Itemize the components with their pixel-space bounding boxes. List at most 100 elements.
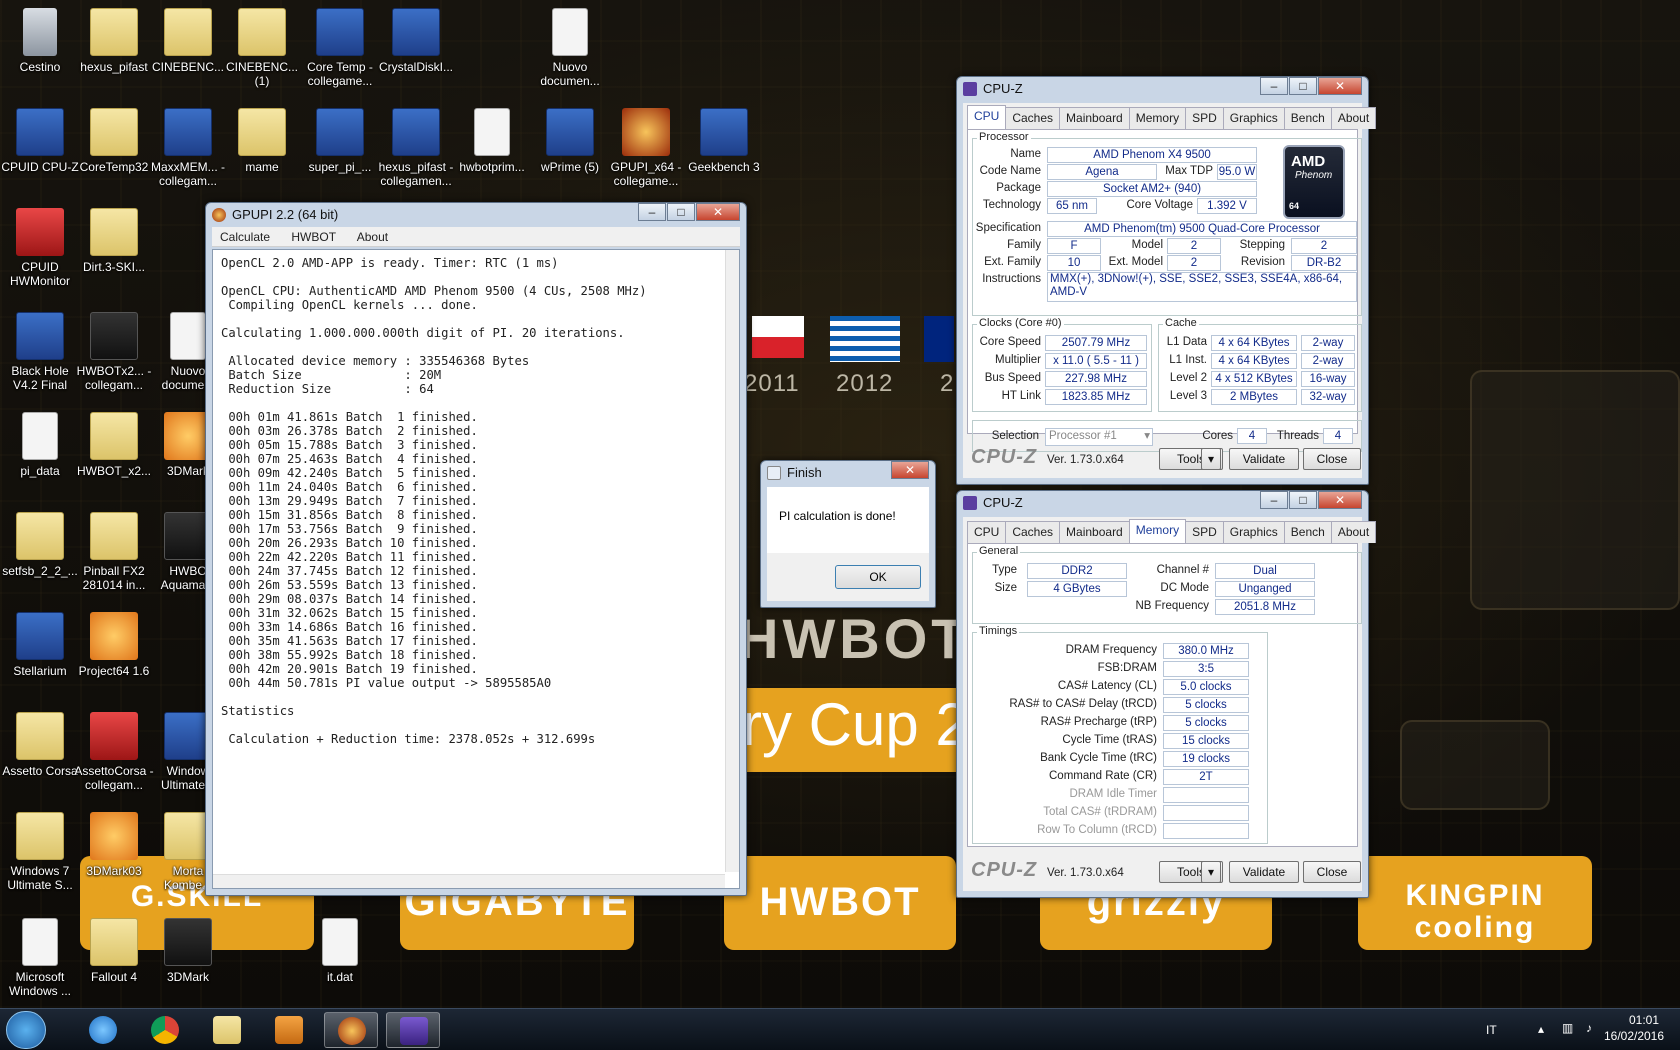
tab-graphics[interactable]: Graphics xyxy=(1222,107,1285,129)
desktop-icon[interactable]: super_pi_... xyxy=(300,108,380,174)
tab-graphics[interactable]: Graphics xyxy=(1222,521,1285,543)
desktop-icon[interactable]: MaxxMEM... - collegam... xyxy=(148,108,228,188)
taskbar-media-player[interactable] xyxy=(262,1012,316,1048)
close-app-button[interactable]: Close xyxy=(1303,448,1361,470)
language-indicator[interactable]: IT xyxy=(1486,1023,1497,1037)
desktop-icon[interactable]: hexus_pifast - collegamen... xyxy=(376,108,456,188)
desktop-icon[interactable]: Assetto Corsa xyxy=(0,712,80,778)
desktop-icon[interactable]: CoreTemp32 xyxy=(74,108,154,174)
desktop-icon[interactable]: 3DMark xyxy=(148,918,228,984)
tab-caches[interactable]: Caches xyxy=(1005,521,1061,543)
desktop-icon[interactable]: Geekbench 3 xyxy=(684,108,764,174)
desktop-icon[interactable]: hwbotprim... xyxy=(452,108,532,174)
desktop-icon[interactable]: GPUPI_x64 - collegame... xyxy=(606,108,686,188)
desktop-icon[interactable]: HWBOTx2... - collegam... xyxy=(74,312,154,392)
technology-value: 65 nm xyxy=(1047,198,1097,214)
cpuz-titlebar[interactable]: CPU-Z – □ ✕ xyxy=(957,491,1368,515)
desktop-icon[interactable]: CPUID CPU-Z xyxy=(0,108,80,174)
clock-time[interactable]: 01:01 xyxy=(1616,1013,1672,1027)
desktop-icon[interactable]: CrystalDiskI... xyxy=(376,8,456,74)
cpuz-cpu-window[interactable]: CPU-Z – □ ✕ CPU Caches Mainboard Memory SPD G… xyxy=(956,76,1377,485)
desktop-icon[interactable]: AssettoCorsa - collegam... xyxy=(74,712,154,792)
menu-hwbot[interactable]: HWBOT xyxy=(291,230,336,244)
desktop-icon[interactable]: Stellarium xyxy=(0,612,80,678)
close-button[interactable]: ✕ xyxy=(1318,77,1362,95)
gpupi-titlebar[interactable]: GPUPI 2.2 (64 bit) – □ ✕ xyxy=(206,203,746,227)
volume-icon[interactable]: ♪ xyxy=(1586,1021,1592,1035)
ok-button[interactable]: OK xyxy=(835,565,921,589)
app-icon xyxy=(16,108,64,156)
desktop-icon[interactable]: CINEBENC... xyxy=(148,8,228,74)
tab-cpu[interactable]: CPU xyxy=(967,105,1007,129)
maximize-button[interactable]: □ xyxy=(1289,491,1317,509)
close-app-button[interactable]: Close xyxy=(1303,861,1361,883)
finish-titlebar[interactable]: Finish ✕ xyxy=(761,461,935,485)
gpupi-log-area[interactable]: OpenCL 2.0 AMD-APP is ready. Timer: RTC … xyxy=(212,249,740,889)
desktop-icon[interactable]: wPrime (5) xyxy=(530,108,610,174)
desktop-icon[interactable]: Dirt.3-SKI... xyxy=(74,208,154,274)
tab-about[interactable]: About xyxy=(1330,521,1377,543)
tab-memory[interactable]: Memory xyxy=(1128,519,1187,543)
desktop-icon[interactable]: Black Hole V4.2 Final xyxy=(0,312,80,392)
minimize-button[interactable]: – xyxy=(1260,491,1288,509)
tools-dropdown-button[interactable]: ▾ xyxy=(1201,861,1221,883)
cpuz-memory-window[interactable]: CPU-Z – □ ✕ CPU Caches Mainboard Memory SPD G… xyxy=(956,490,1377,898)
desktop-icon[interactable]: CPUID HWMonitor xyxy=(0,208,80,288)
desktop-icon[interactable]: Project64 1.6 xyxy=(74,612,154,678)
tab-memory[interactable]: Memory xyxy=(1128,107,1187,129)
desktop-icon-label: wPrime (5) xyxy=(540,160,599,174)
close-button[interactable]: ✕ xyxy=(696,203,740,221)
desktop-icon[interactable]: setfsb_2_2_... xyxy=(0,512,80,578)
vertical-scrollbar[interactable] xyxy=(725,250,739,872)
desktop-icon[interactable]: mame xyxy=(222,108,302,174)
taskbar-gpupi[interactable] xyxy=(324,1012,378,1048)
cpuz-titlebar[interactable]: CPU-Z – □ ✕ xyxy=(957,77,1368,101)
menu-calculate[interactable]: Calculate xyxy=(220,230,270,244)
desktop-icon[interactable]: Core Temp - collegame... xyxy=(300,8,380,88)
horizontal-scrollbar[interactable] xyxy=(213,874,725,888)
tab-spd[interactable]: SPD xyxy=(1185,521,1224,543)
gpupi-window[interactable]: GPUPI 2.2 (64 bit) – □ ✕ Calculate HWBOT… xyxy=(205,202,747,896)
internet-explorer-icon xyxy=(89,1016,117,1044)
desktop-icon[interactable]: CINEBENC... (1) xyxy=(222,8,302,88)
desktop-icon[interactable]: it.dat xyxy=(300,918,380,984)
tools-dropdown-button[interactable]: ▾ xyxy=(1201,448,1221,470)
desktop-icon[interactable]: Nuovo documen... xyxy=(530,8,610,88)
tab-mainboard[interactable]: Mainboard xyxy=(1059,107,1130,129)
clock-date[interactable]: 16/02/2016 xyxy=(1596,1029,1672,1043)
taskbar-internet-explorer[interactable] xyxy=(76,1012,130,1048)
start-button[interactable] xyxy=(6,1011,46,1049)
tray-arrow-icon[interactable]: ▴ xyxy=(1538,1022,1544,1036)
tab-bench[interactable]: Bench xyxy=(1283,521,1332,543)
desktop-icon[interactable]: HWBOT_x2... xyxy=(74,412,154,478)
close-button[interactable]: ✕ xyxy=(891,461,929,479)
maximize-button[interactable]: □ xyxy=(1289,77,1317,95)
close-button[interactable]: ✕ xyxy=(1318,491,1362,509)
tab-bench[interactable]: Bench xyxy=(1283,107,1332,129)
validate-button[interactable]: Validate xyxy=(1229,861,1299,883)
desktop-icon[interactable]: Windows 7 Ultimate S... xyxy=(0,812,80,892)
validate-button[interactable]: Validate xyxy=(1229,448,1299,470)
finish-dialog[interactable]: Finish ✕ PI calculation is done! OK xyxy=(760,460,936,608)
desktop-icon[interactable]: Fallout 4 xyxy=(74,918,154,984)
taskbar-explorer[interactable] xyxy=(200,1012,254,1048)
minimize-button[interactable]: – xyxy=(1260,77,1288,95)
minimize-button[interactable]: – xyxy=(638,203,666,221)
tab-mainboard[interactable]: Mainboard xyxy=(1059,521,1130,543)
desktop-icon[interactable]: Pinball FX2 281014 in... xyxy=(74,512,154,592)
folder-icon xyxy=(16,712,64,760)
tab-spd[interactable]: SPD xyxy=(1185,107,1224,129)
tab-about[interactable]: About xyxy=(1330,107,1377,129)
desktop-icon[interactable]: Cestino xyxy=(0,8,80,74)
desktop-icon[interactable]: pi_data xyxy=(0,412,80,478)
tab-cpu[interactable]: CPU xyxy=(967,521,1007,543)
network-icon[interactable]: ▥ xyxy=(1562,1021,1573,1035)
maximize-button[interactable]: □ xyxy=(667,203,695,221)
desktop-icon[interactable]: Microsoft Windows ... xyxy=(0,918,80,998)
tab-caches[interactable]: Caches xyxy=(1005,107,1061,129)
desktop-icon[interactable]: hexus_pifast xyxy=(74,8,154,74)
taskbar-cpuz[interactable] xyxy=(386,1012,440,1048)
taskbar-chrome[interactable] xyxy=(138,1012,192,1048)
desktop-icon[interactable]: 3DMark03 xyxy=(74,812,154,878)
menu-about[interactable]: About xyxy=(357,230,388,244)
